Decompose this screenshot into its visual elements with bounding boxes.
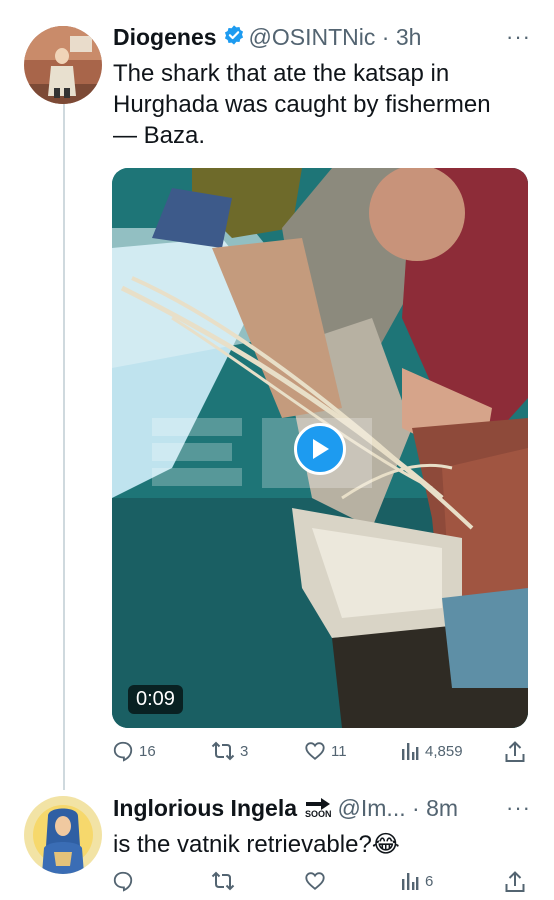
reply-count: 16 <box>139 742 156 760</box>
play-button[interactable] <box>294 423 346 475</box>
reply-author-handle[interactable]: @Im... <box>338 795 406 822</box>
reply-icon <box>113 871 133 892</box>
tweet-time[interactable]: 3h <box>396 24 422 51</box>
video-player[interactable]: 0:09 <box>112 168 528 728</box>
share-icon <box>505 871 525 892</box>
author-avatar[interactable] <box>24 26 102 104</box>
reply-like-button[interactable] <box>304 870 326 892</box>
dot-separator: · <box>375 24 396 50</box>
tweet-text-line: The shark that ate the katsap in <box>113 60 450 87</box>
like-count: 11 <box>331 742 347 760</box>
dot-separator: · <box>405 795 427 821</box>
reply-header: Inglorious Ingela SOON @Im... · 8m <box>113 795 458 822</box>
tweet-text-line: — Baza. <box>113 122 206 149</box>
share-icon <box>505 741 525 762</box>
video-duration: 0:09 <box>128 685 183 714</box>
views-icon <box>402 873 419 890</box>
heart-icon <box>305 872 325 890</box>
reply-view-count: 6 <box>425 872 434 890</box>
share-button[interactable] <box>504 740 526 764</box>
views-button[interactable]: 4,859 <box>400 740 463 762</box>
reply-retweet-button[interactable] <box>211 870 235 892</box>
verified-badge-icon <box>223 24 245 51</box>
reply-share-button[interactable] <box>504 870 526 894</box>
soon-badge: SOON <box>305 798 332 819</box>
author-name[interactable]: Diogenes <box>113 24 217 51</box>
reply-more-options-icon[interactable]: ··· <box>506 795 531 821</box>
reply-author-avatar[interactable] <box>24 796 102 874</box>
play-icon <box>313 439 329 459</box>
retweet-icon <box>211 871 235 891</box>
reply-icon <box>113 741 133 762</box>
author-header: Diogenes @OSINTNic · 3h <box>113 24 421 51</box>
soon-badge-text: SOON <box>305 809 332 819</box>
heart-icon <box>305 742 325 760</box>
retweet-button[interactable]: 3 <box>211 740 248 762</box>
reply-time[interactable]: 8m <box>426 795 458 822</box>
views-icon <box>402 743 419 760</box>
author-handle[interactable]: @OSINTNic <box>249 24 376 51</box>
reply-button[interactable]: 16 <box>112 740 156 762</box>
reply-author-name[interactable]: Inglorious Ingela <box>113 795 297 822</box>
retweet-icon <box>211 741 235 761</box>
tweet-text-line: Hurghada was caught by fishermen <box>113 91 491 118</box>
reply-body: is the vatnik retrievable?😂 <box>113 831 400 858</box>
thread-connector-line <box>63 104 65 790</box>
tweet-body: The shark that ate the katsap in Hurghad… <box>113 58 491 151</box>
like-button[interactable]: 11 <box>304 740 347 762</box>
reply-reply-button[interactable] <box>112 870 134 892</box>
view-count: 4,859 <box>425 742 463 760</box>
retweet-count: 3 <box>240 742 249 760</box>
more-options-icon[interactable]: ··· <box>506 24 531 50</box>
reply-views-button[interactable]: 6 <box>400 870 433 892</box>
